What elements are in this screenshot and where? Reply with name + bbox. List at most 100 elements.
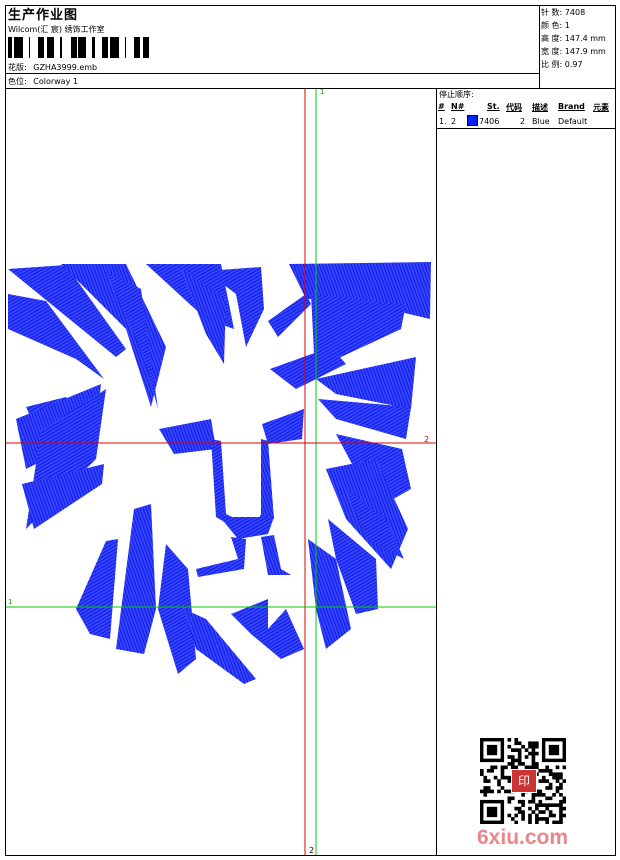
col-header-brand: Brand xyxy=(558,102,585,111)
qr-module xyxy=(497,782,501,787)
qr-module xyxy=(552,793,556,797)
barcode-bar xyxy=(72,37,74,58)
qr-module xyxy=(521,793,525,797)
qr-module xyxy=(483,793,488,797)
qr-module xyxy=(521,810,525,814)
barcode-bar xyxy=(71,37,72,58)
qr-module xyxy=(545,768,549,773)
qr-module xyxy=(507,813,512,818)
barcode-bar xyxy=(8,37,11,58)
qr-module xyxy=(517,799,522,804)
barcode-bar xyxy=(138,37,140,58)
qr-module xyxy=(528,741,532,746)
qr-module xyxy=(548,782,553,787)
qr-module xyxy=(538,768,543,773)
qr-module xyxy=(500,768,505,773)
mane-stroke xyxy=(76,539,118,639)
qr-module xyxy=(552,803,556,807)
barcode-bar xyxy=(11,37,12,58)
qr-module xyxy=(562,779,566,783)
qr-module xyxy=(528,820,532,824)
qr-module xyxy=(517,810,522,814)
stats-list: 针 数: 7408 颜 色: 1 高 度: 147.4 mm 宽 度: 147.… xyxy=(541,6,606,71)
qr-module xyxy=(521,799,525,804)
qr-module xyxy=(545,765,549,770)
qr-module xyxy=(507,755,512,759)
qr-module xyxy=(541,810,546,814)
col-header-needle: N# xyxy=(451,102,465,111)
studio-name: Wilcom(汇 宸) 绣饰工作室 xyxy=(8,25,105,34)
qr-finder xyxy=(486,806,498,818)
qr-module xyxy=(535,813,539,818)
col-header-desc: 描述 xyxy=(532,103,548,112)
col-header-stitches: St. xyxy=(487,102,500,111)
lion-head-motif xyxy=(8,262,431,684)
stat-value: 1 xyxy=(564,21,570,30)
qr-module xyxy=(538,799,543,804)
col-header-code: 代码 xyxy=(506,103,522,112)
qr-module xyxy=(486,786,491,790)
barcode-bar xyxy=(137,37,138,58)
qr-module xyxy=(559,799,563,804)
stat-row: 比 例: 0.97 xyxy=(541,58,606,71)
qr-module xyxy=(531,810,536,814)
stat-label: 颜 色: xyxy=(541,21,563,30)
barcode-bar xyxy=(134,37,137,58)
qr-module xyxy=(548,803,553,807)
qr-module xyxy=(507,796,512,801)
qr-module xyxy=(531,758,536,763)
barcode-bar xyxy=(92,37,95,58)
qr-module xyxy=(531,799,536,804)
qr-module xyxy=(555,779,560,783)
stat-label: 针 数: xyxy=(541,8,563,17)
qr-module xyxy=(504,775,508,780)
guide-label-red-horizontal: 2 xyxy=(424,435,430,444)
qr-module xyxy=(514,741,519,746)
qr-module xyxy=(483,786,488,790)
qr-module xyxy=(517,741,522,746)
qr-module xyxy=(531,751,536,756)
qr-module xyxy=(510,758,515,763)
row-code: 7406 xyxy=(479,117,500,126)
design-row: 花版: GZHA3999.emb xyxy=(8,62,97,73)
qr-module xyxy=(497,789,501,794)
qr-module xyxy=(531,748,536,752)
qr-module xyxy=(535,762,539,766)
watermark-text: 6xiu.com xyxy=(477,826,569,849)
qr-module xyxy=(514,758,519,763)
qr-module xyxy=(555,775,560,780)
qr-module xyxy=(548,786,553,790)
watermark-logo: 6xiu.com xyxy=(477,826,568,850)
qr-module xyxy=(541,768,546,773)
qr-module xyxy=(528,817,532,821)
qr-module xyxy=(541,803,546,807)
stat-row: 针 数: 7408 xyxy=(541,6,606,19)
qr-module xyxy=(552,772,556,777)
lion-mouth-left xyxy=(196,537,246,577)
qr-module xyxy=(552,820,556,824)
qr-module xyxy=(535,741,539,746)
stat-value: 147.9 mm xyxy=(564,47,606,56)
qr-module xyxy=(497,779,501,783)
qr-module xyxy=(559,803,563,807)
row-index: 1. xyxy=(439,117,447,126)
qr-center-badge: 印 xyxy=(511,769,537,793)
lion-mouth-right xyxy=(261,535,291,575)
qr-module xyxy=(514,738,519,742)
stat-label: 宽 度: xyxy=(541,47,563,56)
qr-module xyxy=(559,813,563,818)
qr-module xyxy=(538,817,543,821)
qr-module xyxy=(531,755,536,759)
qr-module xyxy=(545,779,549,783)
qr-module xyxy=(535,793,539,797)
page-title: 生产作业图 xyxy=(8,8,79,23)
qr-module xyxy=(510,796,515,801)
qr-module xyxy=(517,806,522,811)
col-header-hash: # xyxy=(438,102,445,111)
qr-module xyxy=(548,772,553,777)
qr-module xyxy=(504,789,508,794)
qr-module xyxy=(562,765,566,770)
qr-module xyxy=(555,765,560,770)
qr-module xyxy=(500,765,505,770)
panel-divider xyxy=(436,88,437,856)
